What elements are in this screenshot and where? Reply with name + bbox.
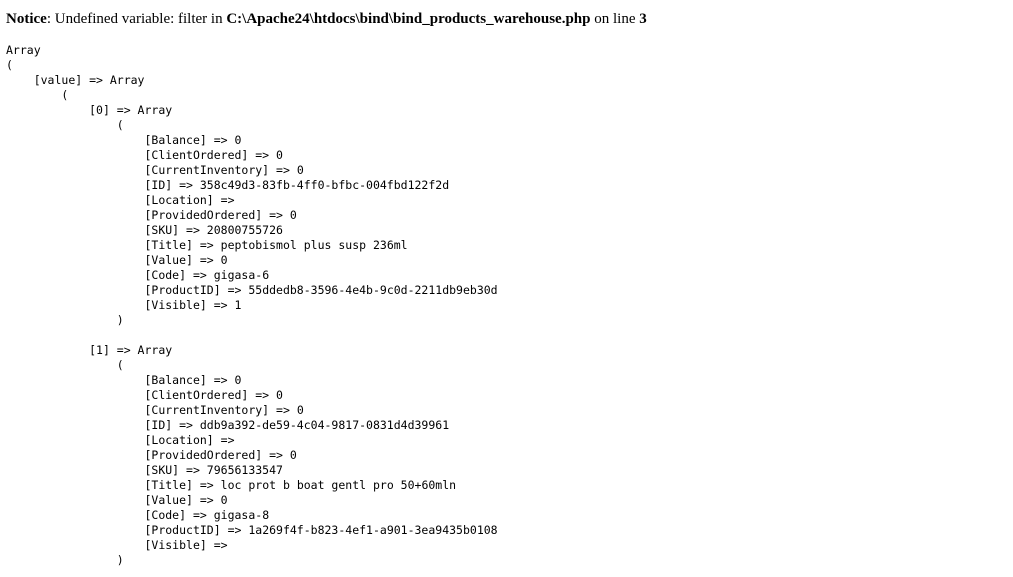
field-value: 0 — [276, 148, 283, 162]
field-value: 0 — [289, 448, 297, 462]
field-value: loc prot b boat gentl pro 50+60mln — [220, 478, 457, 492]
dump-field: [ProvidedOrdered] => 0 — [6, 208, 498, 223]
dump-line: ) — [6, 553, 498, 568]
dump-field: [CurrentInventory] => 0 — [6, 403, 498, 418]
field-key: [Balance] => — [144, 133, 235, 147]
dump-field: [ProductID] => 1a269f4f-b823-4ef1-a901-3… — [6, 523, 498, 538]
dump-field: [ProvidedOrdered] => 0 — [6, 448, 498, 463]
notice-file-path: C:\Apache24\htdocs\bind\bind_products_wa… — [226, 11, 591, 27]
field-key: [Title] => — [144, 238, 221, 252]
dump-field: [Visible] => 1 — [6, 298, 498, 313]
dump-field: [ProductID] => 55ddedb8-3596-4e4b-9c0d-2… — [6, 283, 498, 298]
field-key: [ClientOrdered] => — [144, 148, 277, 162]
array-type: Array — [6, 43, 41, 57]
field-key: [Title] => — [144, 478, 221, 492]
field-key: [ID] => — [144, 178, 200, 192]
field-value: 0 — [234, 373, 242, 387]
dump-field: [SKU] => 20800755726 — [6, 223, 498, 238]
dump-field: [Balance] => 0 — [6, 373, 498, 388]
dump-line: ( — [6, 58, 498, 73]
field-value: 0 — [220, 493, 228, 507]
field-key: [Value] => — [144, 493, 221, 507]
field-key: [ProductID] => — [144, 523, 249, 537]
field-key: [Location] => — [144, 433, 242, 447]
item-index-label: [1] => Array — [89, 343, 173, 357]
field-key: [Value] => — [144, 253, 221, 267]
dump-line: ( — [6, 358, 498, 373]
field-key: [ProvidedOrdered] => — [144, 448, 290, 462]
field-value: 0 — [220, 253, 228, 267]
open-paren: ( — [61, 88, 69, 102]
field-value: 20800755726 — [206, 223, 283, 237]
dump-field: [ID] => ddb9a392-de59-4c04-9817-0831d4d3… — [6, 418, 498, 433]
dump-line: [value] => Array — [6, 73, 498, 88]
notice-on-line-text: on line — [590, 11, 640, 27]
notice-line-number: 3 — [639, 11, 647, 27]
dump-field: [Location] => — [6, 193, 498, 208]
field-key: [ID] => — [144, 418, 200, 432]
field-value: 79656133547 — [206, 463, 283, 477]
dump-field: [Title] => peptobismol plus susp 236ml — [6, 238, 498, 253]
dump-field: [Code] => gigasa-6 — [6, 268, 498, 283]
dump-field: [Code] => gigasa-8 — [6, 508, 498, 523]
field-key: [Location] => — [144, 193, 242, 207]
field-key: [Balance] => — [144, 373, 235, 387]
dump-item-header: [1] => Array — [6, 343, 498, 358]
field-value: 0 — [296, 163, 304, 177]
dump-field: [CurrentInventory] => 0 — [6, 163, 498, 178]
dump-line: ( — [6, 118, 498, 133]
dump-field: [ID] => 358c49d3-83fb-4ff0-bfbc-004fbd12… — [6, 178, 498, 193]
close-paren: ) — [116, 553, 124, 567]
dump-field: [Title] => loc prot b boat gentl pro 50+… — [6, 478, 498, 493]
print-r-output: Array( [value] => Array ( [0] => Array (… — [6, 43, 498, 568]
dump-field: [Location] => — [6, 433, 498, 448]
field-value: gigasa-6 — [213, 268, 270, 282]
dump-field: [Visible] => — [6, 538, 498, 553]
field-value: peptobismol plus susp 236ml — [220, 238, 408, 252]
php-notice: Notice: Undefined variable: filter in C:… — [6, 10, 647, 28]
field-value: 1a269f4f-b823-4ef1-a901-3ea9435b0108 — [248, 523, 498, 537]
notice-label: Notice — [6, 11, 47, 27]
dump-field: [SKU] => 79656133547 — [6, 463, 498, 478]
field-key: [ProvidedOrdered] => — [144, 208, 290, 222]
dump-item-header: [0] => Array — [6, 103, 498, 118]
field-key: [SKU] => — [144, 223, 207, 237]
open-paren: ( — [6, 58, 13, 72]
open-paren: ( — [116, 358, 124, 372]
dump-line: ( — [6, 88, 498, 103]
field-value: 0 — [234, 133, 242, 147]
field-value: 1 — [234, 298, 242, 312]
field-key: [Visible] => — [144, 538, 235, 552]
field-key: [ProductID] => — [144, 283, 249, 297]
value-key: [value] => Array — [33, 73, 145, 87]
dump-field: [ClientOrdered] => 0 — [6, 388, 498, 403]
field-key: [SKU] => — [144, 463, 207, 477]
field-value: 0 — [296, 403, 304, 417]
field-key: [ClientOrdered] => — [144, 388, 277, 402]
field-value: 0 — [289, 208, 297, 222]
open-paren: ( — [116, 118, 124, 132]
dump-field: [ClientOrdered] => 0 — [6, 148, 498, 163]
field-value: 55ddedb8-3596-4e4b-9c0d-2211db9eb30d — [248, 283, 498, 297]
dump-line: ) — [6, 313, 498, 328]
field-value: gigasa-8 — [213, 508, 270, 522]
field-key: [Code] => — [144, 268, 214, 282]
item-index-label: [0] => Array — [89, 103, 173, 117]
dump-field: [Balance] => 0 — [6, 133, 498, 148]
field-key: [Code] => — [144, 508, 214, 522]
dump-field: [Value] => 0 — [6, 253, 498, 268]
field-value: 358c49d3-83fb-4ff0-bfbc-004fbd122f2d — [199, 178, 450, 192]
dump-line: Array — [6, 43, 498, 58]
notice-message: Undefined variable: filter in — [54, 11, 227, 27]
dump-field: [Value] => 0 — [6, 493, 498, 508]
field-key: [Visible] => — [144, 298, 235, 312]
field-key: [CurrentInventory] => — [144, 163, 297, 177]
field-value: ddb9a392-de59-4c04-9817-0831d4d39961 — [199, 418, 450, 432]
close-paren: ) — [116, 313, 124, 327]
notice-separator: : — [46, 11, 55, 27]
dump-blank-line — [6, 328, 498, 343]
field-key: [CurrentInventory] => — [144, 403, 297, 417]
field-value: 0 — [276, 388, 283, 402]
